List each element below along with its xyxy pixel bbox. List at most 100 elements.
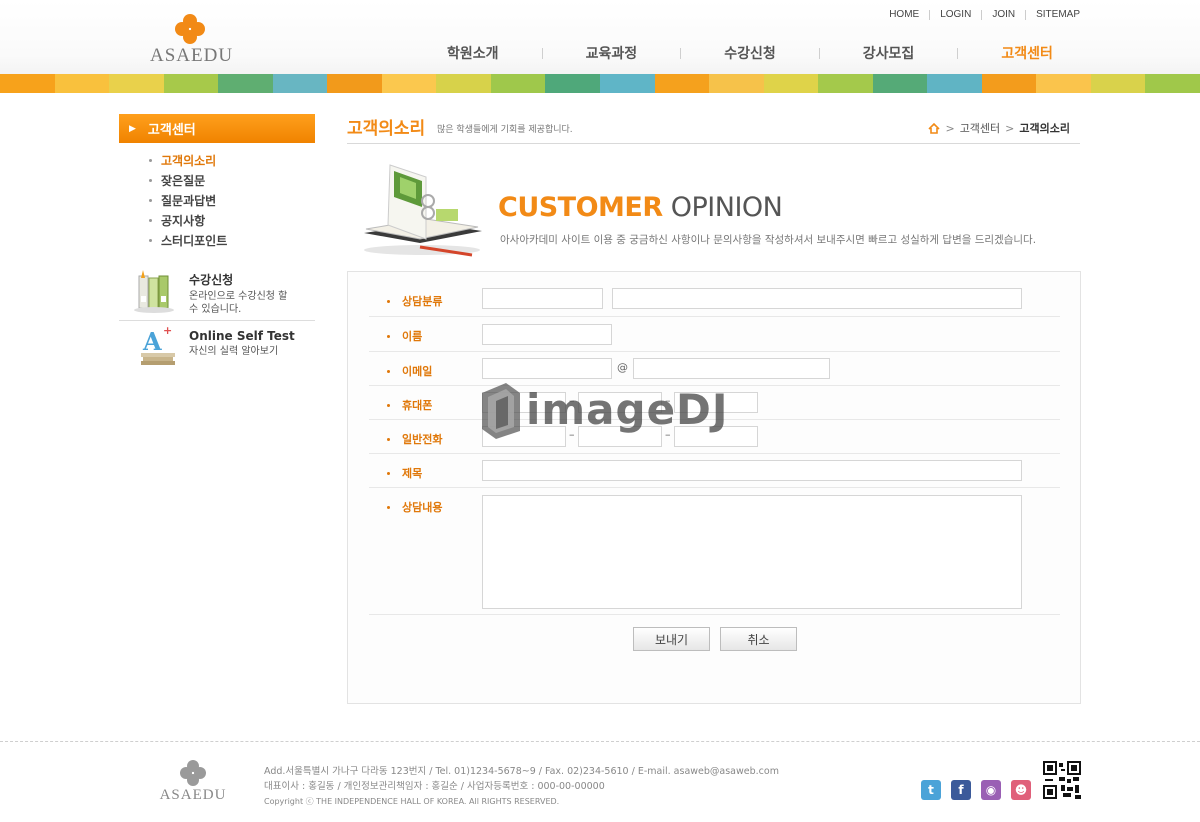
util-sitemap-link[interactable]: SITEMAP <box>1036 9 1080 20</box>
at-sign: @ <box>617 361 628 374</box>
email-domain-input[interactable] <box>633 358 830 379</box>
sidebar-menu: 고객의소리 잦은질문 질문과답변 공지사항 스터디포인트 <box>149 150 227 250</box>
util-login-link[interactable]: LOGIN <box>940 9 971 20</box>
stripe-segment <box>109 74 164 93</box>
bullet-icon <box>149 238 152 242</box>
stripe-segment <box>654 74 710 93</box>
form-row-category: 상담분류 <box>369 282 1060 317</box>
watermark-logo-icon <box>480 381 522 439</box>
customer-opinion-form: 상담분류 이름 이메일 @ 휴대폰 – – 일반전화 – – 제목 상담내용 보… <box>347 271 1081 704</box>
sidebar-item-study-point[interactable]: 스터디포인트 <box>149 230 227 250</box>
divider <box>957 47 959 59</box>
site-header: ASAEDU HOME LOGIN JOIN SITEMAP 학원소개 교육과정… <box>0 0 1200 93</box>
sidebar-title: ▶ 고객센터 <box>119 114 315 143</box>
svg-text:+: + <box>163 324 172 337</box>
form-row-content: 상담내용 <box>369 488 1060 615</box>
stripe-segment <box>600 74 655 93</box>
nav-item-customer-center[interactable]: 고객센터 <box>974 43 1080 63</box>
sidebar-item-faq[interactable]: 잦은질문 <box>149 170 227 190</box>
nav-item-registration[interactable]: 수강신청 <box>697 43 803 63</box>
stripe-segment <box>0 74 55 93</box>
arrow-right-icon: ▶ <box>129 123 136 134</box>
bullet-icon <box>149 198 152 202</box>
category-detail-input[interactable] <box>612 288 1022 309</box>
divider <box>541 47 543 59</box>
breadcrumb-current: 고객의소리 <box>1019 122 1070 135</box>
stripe-segment <box>1145 74 1200 93</box>
stripe-segment <box>327 74 382 93</box>
field-label: 이메일 <box>387 363 432 379</box>
bullet-icon <box>387 471 390 475</box>
banner-desc: 자신의 실력 알아보기 <box>189 346 279 357</box>
bullet-icon <box>387 403 390 407</box>
banner-title: Online Self Test <box>189 329 295 343</box>
form-row-subject: 제목 <box>369 454 1060 488</box>
field-label: 제목 <box>387 465 422 481</box>
facebook-icon[interactable]: f <box>951 780 971 800</box>
stripe-segment <box>763 74 819 93</box>
stripe-segment <box>272 74 328 93</box>
breadcrumb-item[interactable]: 고객센터 <box>960 120 1000 136</box>
nav-item-courses[interactable]: 교육과정 <box>559 43 665 63</box>
sidebar-item-customer-voice[interactable]: 고객의소리 <box>149 150 227 170</box>
books-icon <box>119 266 189 314</box>
page-subtitle: 많은 학생들에게 기회를 제공합니다. <box>437 125 573 135</box>
util-join-link[interactable]: JOIN <box>992 9 1015 20</box>
field-label: 상담내용 <box>387 499 442 515</box>
intro-title-bold: CUSTOMER <box>498 192 663 223</box>
stripe-segment <box>490 74 546 93</box>
sidebar-item-qna[interactable]: 질문과답변 <box>149 190 227 210</box>
sidebar-item-label: 잦은질문 <box>161 173 206 188</box>
stripe-segment <box>709 74 764 93</box>
bullet-icon <box>387 334 390 338</box>
stripe-segment <box>163 74 219 93</box>
site-logo[interactable]: ASAEDU <box>150 14 232 67</box>
location-pin-icon[interactable]: ◉ <box>981 780 1001 800</box>
footer-logo: ASAEDU <box>158 760 228 804</box>
twitter-icon[interactable]: t <box>921 780 941 800</box>
field-label: 상담분류 <box>387 293 442 309</box>
divider <box>1025 9 1027 20</box>
submit-button[interactable]: 보내기 <box>633 627 710 651</box>
field-label: 이름 <box>387 328 422 344</box>
bullet-icon <box>387 437 390 441</box>
nav-item-instructor-recruit[interactable]: 강사모집 <box>836 43 942 63</box>
stripe-segment <box>872 74 928 93</box>
main-nav: 학원소개 교육과정 수강신청 강사모집 고객센터 <box>420 43 1080 63</box>
category-select[interactable] <box>482 288 603 309</box>
content-textarea[interactable] <box>482 495 1022 609</box>
stripe-segment <box>436 74 491 93</box>
self-test-banner[interactable]: A + Online Self Test 자신의 실력 알아보기 <box>119 324 315 372</box>
registration-banner[interactable]: 수강신청 온라인으로 수강신청 할 수 있습니다. <box>119 266 315 316</box>
sidebar-item-notice[interactable]: 공지사항 <box>149 210 227 230</box>
footer-company-info: 대표이사 : 홍길동 / 개인정보관리책임자 : 홍길순 / 사업자등록번호 :… <box>264 781 605 792</box>
footer-address: Add.서울특별시 가나구 다라동 123번지 / Tel. 01)1234-5… <box>264 766 779 777</box>
stripe-segment <box>545 74 601 93</box>
nav-item-academy-intro[interactable]: 학원소개 <box>420 43 526 63</box>
chat-icon[interactable]: ☻ <box>1011 780 1031 800</box>
divider <box>929 9 931 20</box>
qr-code-icon[interactable] <box>1043 761 1081 799</box>
sidebar-title-label: 고객센터 <box>147 123 196 138</box>
sidebar-item-label: 고객의소리 <box>161 153 217 168</box>
footer-info: Add.서울특별시 가나구 다라동 123번지 / Tel. 01)1234-5… <box>264 764 779 809</box>
flower-logo-icon <box>180 760 206 786</box>
stripe-segment <box>218 74 273 93</box>
chevron-right-icon: > <box>1005 121 1015 135</box>
chevron-right-icon: > <box>945 121 955 135</box>
util-home-link[interactable]: HOME <box>889 9 919 20</box>
name-input[interactable] <box>482 324 612 345</box>
stripe-segment <box>927 74 982 93</box>
divider <box>119 320 315 321</box>
divider <box>680 47 682 59</box>
letter-a-books-icon: A + <box>119 324 189 372</box>
home-icon[interactable] <box>928 122 941 134</box>
utility-nav: HOME LOGIN JOIN SITEMAP <box>889 9 1080 20</box>
cancel-button[interactable]: 취소 <box>720 627 797 651</box>
email-id-input[interactable] <box>482 358 612 379</box>
divider <box>981 9 983 20</box>
svg-text:A: A <box>142 327 162 356</box>
subject-input[interactable] <box>482 460 1022 481</box>
banner-title: 수강신청 <box>189 273 234 287</box>
field-label: 휴대폰 <box>387 397 432 413</box>
